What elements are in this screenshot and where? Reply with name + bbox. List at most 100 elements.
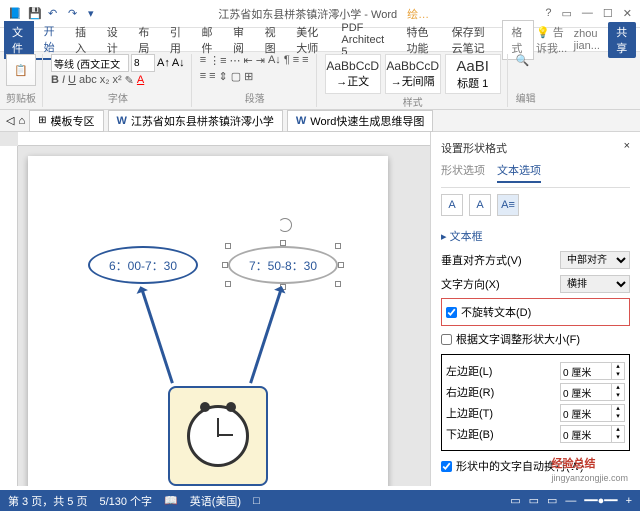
strike-icon[interactable]: abc bbox=[79, 74, 97, 87]
sup-icon[interactable]: x² bbox=[113, 74, 122, 87]
underline-icon[interactable]: U bbox=[68, 74, 76, 87]
selection-handle[interactable] bbox=[335, 281, 341, 287]
font-name-input[interactable] bbox=[51, 54, 129, 72]
save-icon[interactable]: 💾 bbox=[28, 7, 42, 21]
language[interactable]: 英语(美国) bbox=[190, 493, 241, 509]
align-center-icon[interactable]: ≡ bbox=[302, 54, 308, 67]
bullets-icon[interactable]: ≡ bbox=[200, 54, 206, 67]
font-color-icon[interactable]: A bbox=[137, 74, 144, 87]
ime-indicator[interactable]: □ bbox=[253, 495, 260, 507]
rotate-handle-icon[interactable] bbox=[278, 218, 292, 232]
justify-icon[interactable]: ≡ bbox=[209, 70, 215, 83]
selection-handle[interactable] bbox=[280, 240, 286, 246]
margin-top-input[interactable] bbox=[560, 404, 612, 422]
tab-cloud[interactable]: 保存到云笔记 bbox=[444, 21, 501, 59]
tab-insert[interactable]: 插入 bbox=[67, 21, 97, 59]
tab-layout[interactable]: 布局 bbox=[130, 21, 160, 59]
wrap-checkbox[interactable] bbox=[441, 461, 452, 472]
align-right-icon[interactable]: ≡ bbox=[200, 70, 206, 83]
multilevel-icon[interactable]: ⋯ bbox=[230, 54, 241, 67]
doctab-mindmap[interactable]: WWord快速生成思维导图 bbox=[287, 110, 433, 132]
minimize-icon[interactable]: — bbox=[582, 7, 593, 20]
spin-down-icon[interactable]: ▾ bbox=[612, 434, 624, 442]
spell-icon[interactable]: 📖 bbox=[164, 494, 178, 507]
textdir-select[interactable]: 横排 bbox=[560, 275, 630, 293]
maximize-icon[interactable]: ☐ bbox=[603, 7, 613, 20]
margin-right-input[interactable] bbox=[560, 383, 612, 401]
margin-bottom-input[interactable] bbox=[560, 425, 612, 443]
redo-icon[interactable]: ↷ bbox=[68, 7, 82, 21]
italic-icon[interactable]: I bbox=[62, 74, 65, 87]
tell-me[interactable]: 💡 告诉我... bbox=[536, 24, 568, 56]
view-web-icon[interactable]: ▭ bbox=[547, 494, 557, 507]
spin-up-icon[interactable]: ▴ bbox=[612, 363, 624, 371]
sub-icon[interactable]: x₂ bbox=[100, 74, 110, 87]
tab-view[interactable]: 视图 bbox=[257, 21, 287, 59]
zoom-slider[interactable]: ━━●━━ bbox=[584, 494, 617, 507]
tab-special[interactable]: 特色功能 bbox=[399, 21, 442, 59]
selection-handle[interactable] bbox=[222, 262, 228, 268]
page[interactable]: 6：00-7：30 7：50-8：30 bbox=[28, 156, 388, 486]
pane-tab-text[interactable]: 文本选项 bbox=[497, 162, 541, 183]
doctab-school[interactable]: W江苏省如东县栟茶镇浒澪小学 bbox=[108, 110, 283, 132]
document-canvas[interactable]: 6：00-7：30 7：50-8：30 bbox=[0, 132, 430, 486]
sort-icon[interactable]: A↓ bbox=[268, 54, 281, 67]
text-fill-icon[interactable]: A bbox=[441, 194, 463, 216]
autosize-checkbox[interactable] bbox=[441, 334, 452, 345]
highlight-icon[interactable]: ✎ bbox=[125, 74, 134, 87]
textbox-icon[interactable]: A≡ bbox=[497, 194, 519, 216]
increase-font-icon[interactable]: A↑ bbox=[157, 57, 170, 69]
arrow-connector-2[interactable] bbox=[249, 288, 283, 384]
doctab-templates[interactable]: ⊞ 模板专区 bbox=[29, 110, 103, 132]
undo-icon[interactable]: ↶ bbox=[48, 7, 62, 21]
decrease-font-icon[interactable]: A↓ bbox=[172, 57, 185, 69]
spin-down-icon[interactable]: ▾ bbox=[612, 392, 624, 400]
pane-tab-shape[interactable]: 形状选项 bbox=[441, 162, 485, 183]
pane-close-icon[interactable]: × bbox=[624, 140, 630, 156]
paste-button[interactable]: 📋 bbox=[6, 54, 36, 86]
zoom-in-icon[interactable]: + bbox=[626, 495, 632, 507]
ribbon-toggle-icon[interactable]: ▭ bbox=[562, 7, 572, 20]
selection-handle[interactable] bbox=[225, 281, 231, 287]
style-normal[interactable]: AaBbCcD→正文 bbox=[325, 54, 381, 94]
tab-file[interactable]: 文件 bbox=[4, 21, 34, 59]
spin-up-icon[interactable]: ▴ bbox=[612, 405, 624, 413]
valign-select[interactable]: 中部对齐 bbox=[560, 251, 630, 269]
view-read-icon[interactable]: ▭ bbox=[510, 494, 520, 507]
text-effects-icon[interactable]: A bbox=[469, 194, 491, 216]
norotate-checkbox[interactable] bbox=[446, 307, 457, 318]
font-size-input[interactable] bbox=[131, 54, 155, 72]
view-print-icon[interactable]: ▭ bbox=[529, 494, 539, 507]
qat-more-icon[interactable]: ▾ bbox=[88, 7, 102, 21]
spin-up-icon[interactable]: ▴ bbox=[612, 384, 624, 392]
style-heading1[interactable]: AaBI标题 1 bbox=[445, 54, 501, 94]
selection-handle[interactable] bbox=[335, 243, 341, 249]
marks-icon[interactable]: ¶ bbox=[284, 54, 290, 67]
tab-design[interactable]: 设计 bbox=[99, 21, 129, 59]
home-icon[interactable]: ⌂ bbox=[18, 115, 25, 127]
spacing-icon[interactable]: ⇕ bbox=[219, 70, 228, 83]
indent-dec-icon[interactable]: ⇤ bbox=[244, 54, 253, 67]
ruler-horizontal[interactable] bbox=[18, 132, 430, 146]
close-icon[interactable]: ✕ bbox=[623, 7, 632, 20]
numbering-icon[interactable]: ⋮≡ bbox=[209, 54, 226, 67]
indent-inc-icon[interactable]: ⇥ bbox=[256, 54, 265, 67]
spin-down-icon[interactable]: ▾ bbox=[612, 413, 624, 421]
arrow-connector-1[interactable] bbox=[140, 288, 174, 384]
ruler-vertical[interactable] bbox=[0, 146, 18, 486]
tab-beauty[interactable]: 美化大师 bbox=[288, 21, 331, 59]
tab-mailings[interactable]: 邮件 bbox=[193, 21, 223, 59]
clock-shape[interactable] bbox=[168, 386, 268, 486]
style-nospacing[interactable]: AaBbCcD→无间隔 bbox=[385, 54, 441, 94]
help-icon[interactable]: ? bbox=[545, 7, 551, 20]
align-left-icon[interactable]: ≡ bbox=[293, 54, 299, 67]
tab-references[interactable]: 引用 bbox=[162, 21, 192, 59]
shading-icon[interactable]: ▢ bbox=[231, 70, 241, 83]
word-count[interactable]: 5/130 个字 bbox=[99, 493, 152, 509]
spin-down-icon[interactable]: ▾ bbox=[612, 371, 624, 379]
share-button[interactable]: 共享 bbox=[608, 22, 636, 58]
selection-handle[interactable] bbox=[225, 243, 231, 249]
bold-icon[interactable]: B bbox=[51, 74, 59, 87]
nav-back-icon[interactable]: ◁ bbox=[6, 114, 14, 127]
find-icon[interactable]: 🔍 bbox=[516, 54, 536, 67]
